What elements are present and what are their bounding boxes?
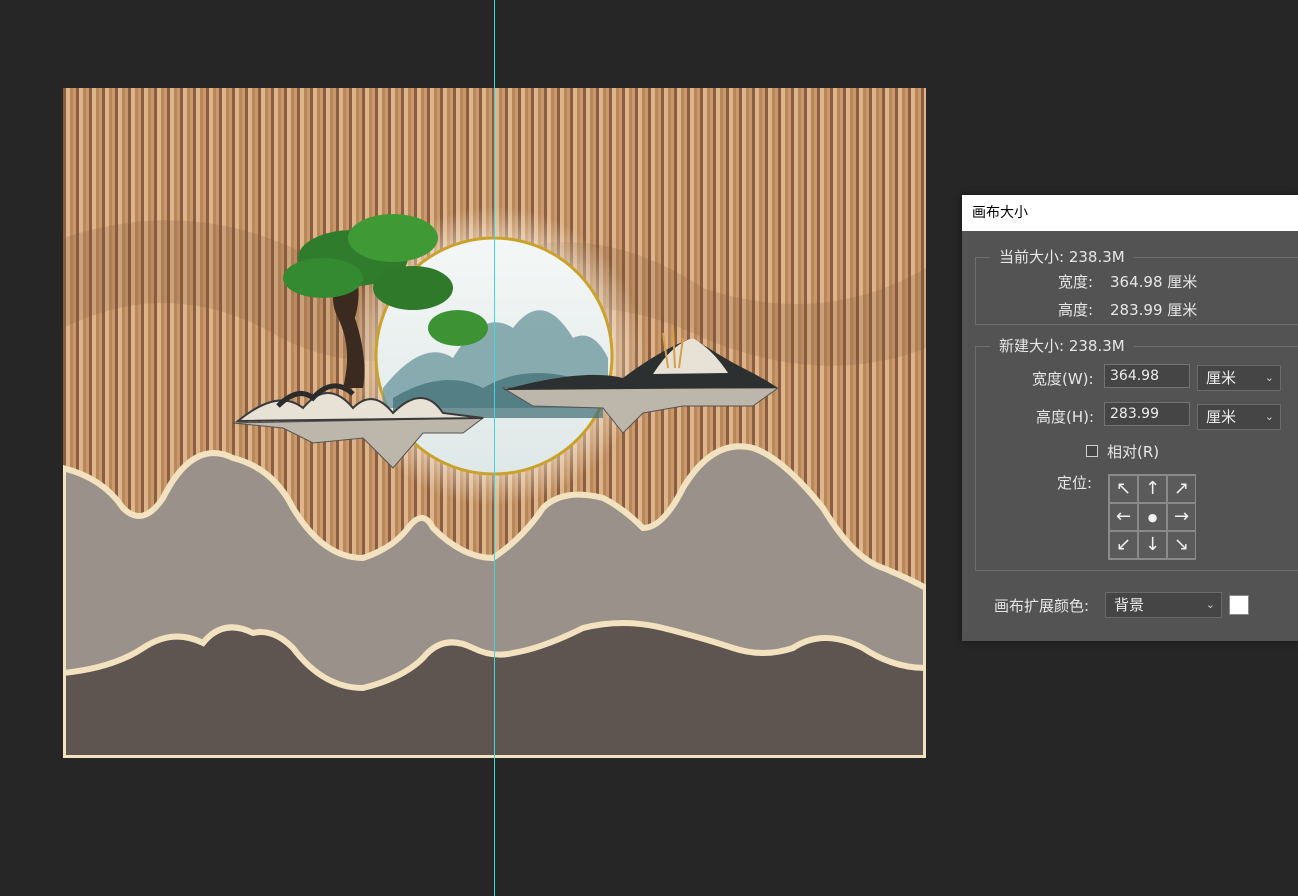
height-input[interactable]: 283.99 — [1104, 402, 1190, 426]
current-width-value: 364.98 厘米 — [1110, 273, 1198, 291]
anchor-label: 定位: — [1057, 474, 1093, 492]
arrow-down-left-icon: ↙ — [1115, 534, 1132, 555]
anchor-dot-icon: ● — [1147, 510, 1158, 524]
anchor-bottom-right[interactable]: ↘ — [1167, 531, 1196, 559]
anchor-bottom[interactable]: ↓ — [1138, 531, 1167, 559]
anchor-right[interactable]: → — [1167, 503, 1196, 531]
canvas-size-dialog: 画布大小 当前大小: 238.3M 宽度: 364.98 厘米 高度: 283.… — [962, 195, 1298, 641]
new-size-legend: 新建大小: 238.3M — [990, 337, 1134, 355]
current-width-label: 宽度: — [1058, 273, 1094, 291]
current-height-value: 283.99 厘米 — [1110, 301, 1198, 319]
dialog-title[interactable]: 画布大小 — [962, 195, 1298, 231]
extension-color-value: 背景 — [1114, 596, 1145, 614]
anchor-grid: ↖ ↑ ↗ ← ● → ↙ ↓ ↘ — [1108, 474, 1196, 560]
chevron-down-icon: ⌄ — [1264, 371, 1274, 384]
arrow-up-icon: ↑ — [1144, 478, 1161, 499]
height-unit-value: 厘米 — [1206, 408, 1237, 426]
extension-color-select[interactable]: 背景 ⌄ — [1105, 592, 1222, 618]
anchor-center[interactable]: ● — [1138, 503, 1167, 531]
new-height-label: 高度(H): — [1036, 408, 1095, 426]
relative-checkbox[interactable] — [1086, 445, 1098, 457]
anchor-bottom-left[interactable]: ↙ — [1109, 531, 1138, 559]
arrow-down-icon: ↓ — [1144, 534, 1161, 555]
chevron-down-icon: ⌄ — [1264, 410, 1274, 423]
current-size-legend: 当前大小: 238.3M — [990, 248, 1134, 266]
chevron-down-icon: ⌄ — [1205, 598, 1215, 611]
arrow-up-right-icon: ↗ — [1173, 478, 1190, 499]
arrow-left-icon: ← — [1115, 506, 1132, 527]
anchor-top-right[interactable]: ↗ — [1167, 475, 1196, 503]
width-unit-value: 厘米 — [1206, 369, 1237, 387]
width-input[interactable]: 364.98 — [1104, 364, 1190, 388]
width-unit-select[interactable]: 厘米 ⌄ — [1197, 365, 1281, 391]
vertical-guide-line[interactable] — [494, 0, 495, 896]
new-width-label: 宽度(W): — [1032, 370, 1094, 388]
arrow-up-left-icon: ↖ — [1115, 478, 1132, 499]
anchor-top-left[interactable]: ↖ — [1109, 475, 1138, 503]
height-unit-select[interactable]: 厘米 ⌄ — [1197, 404, 1281, 430]
arrow-down-right-icon: ↘ — [1173, 534, 1190, 555]
anchor-top[interactable]: ↑ — [1138, 475, 1167, 503]
anchor-left[interactable]: ← — [1109, 503, 1138, 531]
current-height-label: 高度: — [1058, 301, 1094, 319]
arrow-right-icon: → — [1173, 506, 1190, 527]
extension-color-label: 画布扩展颜色: — [994, 597, 1090, 615]
relative-label[interactable]: 相对(R) — [1107, 441, 1159, 462]
extension-color-swatch[interactable] — [1229, 595, 1249, 615]
